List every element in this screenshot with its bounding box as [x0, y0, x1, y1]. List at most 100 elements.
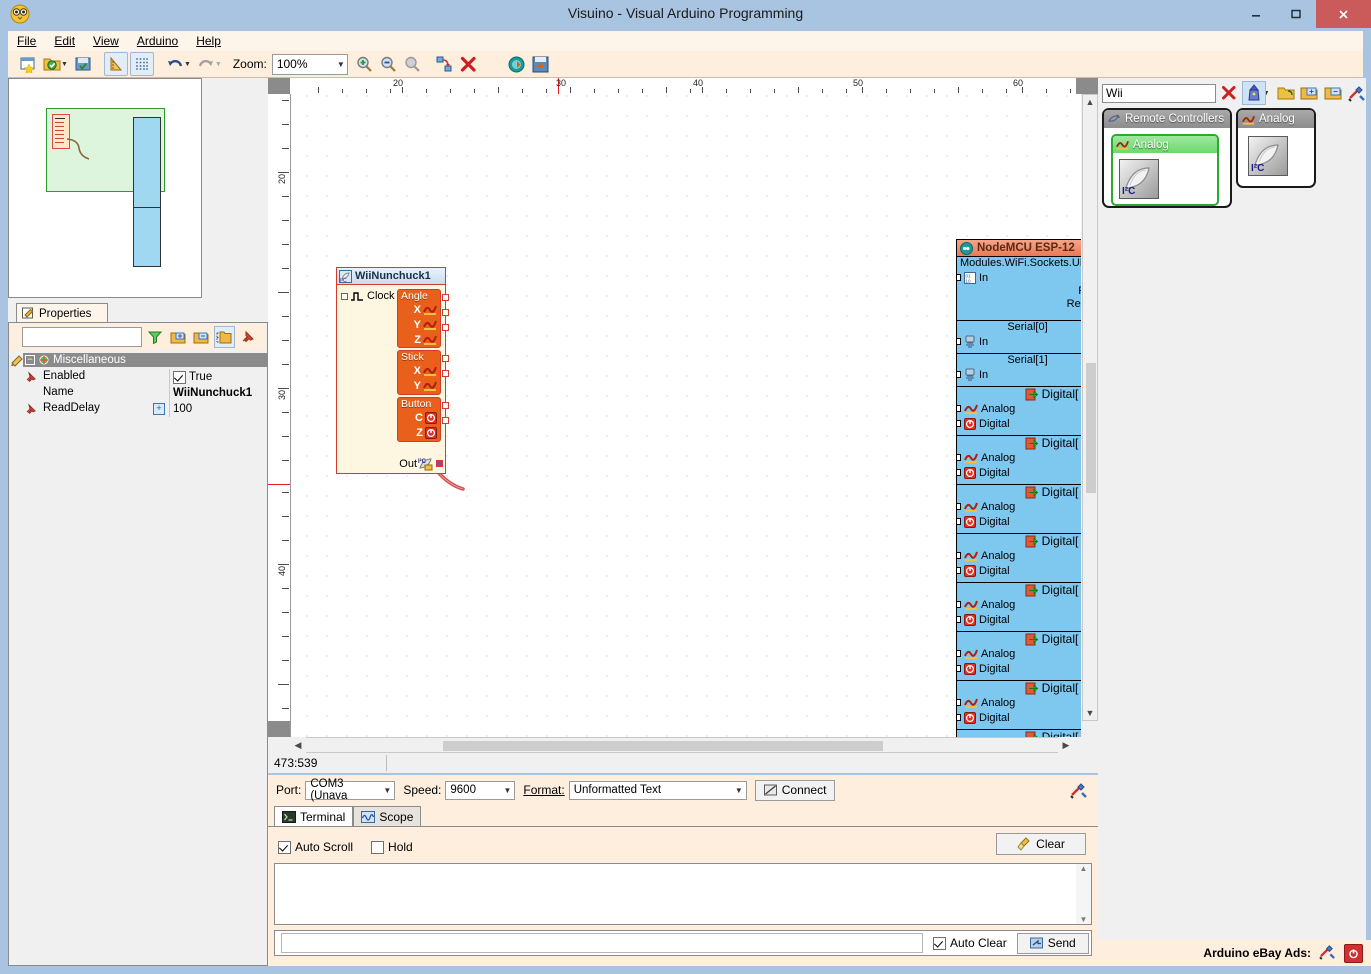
udp-in-pin[interactable]	[956, 274, 961, 281]
diagram-sheet[interactable]: I²C WiiNunchuck1 Clock Angle X	[290, 94, 1081, 737]
pin-row-stick-y[interactable]: Y	[401, 378, 437, 393]
pin-out-button-c[interactable]	[442, 402, 449, 409]
digital-4-digital-pin[interactable]	[956, 616, 961, 623]
canvas-vertical-scrollbar[interactable]: ▲ ▼	[1082, 94, 1098, 721]
pin-row-angle-x[interactable]: X	[401, 302, 437, 317]
save-code-icon[interactable]	[530, 53, 552, 75]
navigator-thumbnail[interactable]	[8, 78, 202, 298]
canvas-hscroll-thumb[interactable]	[443, 741, 883, 751]
tab-scope[interactable]: Scope	[353, 806, 421, 826]
serial-options-tools-icon[interactable]	[1068, 779, 1090, 801]
auto-clear-option[interactable]: Auto Clear	[933, 936, 1007, 950]
digital-1-digital-pin[interactable]	[956, 469, 961, 476]
digital-0-analog-row[interactable]: Analog	[957, 401, 1081, 416]
speed-combo[interactable]: 9600 ▼	[445, 781, 515, 800]
connect-button[interactable]: Connect	[755, 780, 836, 801]
close-button[interactable]	[1316, 0, 1371, 28]
zoom-out-icon[interactable]	[378, 53, 400, 75]
zoom-reset-icon[interactable]	[402, 53, 424, 75]
digital-3-analog-row[interactable]: Analog	[957, 548, 1081, 563]
component-search-input[interactable]: Wii	[1102, 84, 1216, 103]
upload-icon[interactable]	[506, 53, 528, 75]
digital-6-digital-row[interactable]: Digital	[957, 710, 1081, 725]
pin-row-button-z[interactable]: Z	[401, 425, 437, 440]
canvas-horizontal-scrollbar[interactable]: ◀ ▶	[290, 737, 1074, 753]
digital-5-digital-pin[interactable]	[956, 665, 961, 672]
grid-icon[interactable]	[130, 52, 154, 76]
port-combo[interactable]: COM3 (Unava ▼	[305, 781, 395, 800]
pin-out-button-z[interactable]	[442, 417, 449, 424]
property-value-name[interactable]: WiiNunchuck1	[169, 385, 269, 401]
digital-2-digital-pin[interactable]	[956, 518, 961, 525]
clear-button[interactable]: Clear	[996, 833, 1086, 855]
component-nodemcu-esp12[interactable]: NodeMCU ESP-12 Modules.WiFi.Sockets.UD 0…	[956, 239, 1081, 737]
expand-all-icon[interactable]	[168, 327, 188, 347]
digital-4-analog-row[interactable]: Analog	[957, 597, 1081, 612]
new-file-icon[interactable]	[17, 53, 39, 75]
ruler-icon[interactable]	[104, 52, 128, 76]
menu-view[interactable]: View	[84, 32, 128, 50]
filter-icon[interactable]	[145, 327, 165, 347]
send-button[interactable]: Send	[1017, 933, 1089, 954]
palette-item-analog-selected[interactable]: Analog I²C	[1111, 134, 1219, 206]
property-value-readdelay[interactable]: 100	[169, 401, 269, 417]
collapse-icon[interactable]	[1322, 82, 1344, 104]
wizard-icon[interactable]	[1242, 81, 1266, 105]
palette-category-remote-controllers[interactable]: Remote Controllers Analog I²C	[1102, 108, 1232, 208]
pin-row-button-c[interactable]: C	[401, 410, 437, 425]
digital-2-analog-row[interactable]: Analog	[957, 499, 1081, 514]
scroll-right-arrow-icon[interactable]: ▶	[1058, 737, 1074, 753]
power-icon[interactable]	[1344, 944, 1363, 963]
hold-checkbox[interactable]	[371, 841, 384, 854]
digital-6-digital-pin[interactable]	[956, 714, 961, 721]
property-value-enabled[interactable]: True	[169, 369, 269, 385]
menu-help[interactable]: Help	[187, 32, 230, 50]
menu-arduino[interactable]: Arduino	[128, 32, 187, 50]
pin-out-stick-y[interactable]	[442, 370, 449, 377]
categorize-icon[interactable]	[214, 326, 236, 348]
digital-0-digital-row[interactable]: Digital	[957, 416, 1081, 431]
undo-icon[interactable]	[164, 53, 186, 75]
digital-0-digital-pin[interactable]	[956, 420, 961, 427]
serial-0-in-pin[interactable]	[956, 338, 961, 345]
digital-5-digital-row[interactable]: Digital	[957, 661, 1081, 676]
out-pin-connected[interactable]	[436, 460, 443, 467]
auto-scroll-checkbox[interactable]	[278, 841, 291, 854]
digital-6-analog-pin[interactable]	[956, 699, 961, 706]
udp-in-row[interactable]: 0110 In	[957, 270, 1081, 285]
pin-row-angle-y[interactable]: Y	[401, 317, 437, 332]
serial-1-in-pin[interactable]	[956, 371, 961, 378]
terminal-scroll-down-icon[interactable]: ▼	[1076, 915, 1091, 924]
format-combo[interactable]: Unformatted Text ▼	[569, 781, 747, 800]
digital-4-analog-pin[interactable]	[956, 601, 961, 608]
digital-0-analog-pin[interactable]	[956, 405, 961, 412]
digital-5-analog-pin[interactable]	[956, 650, 961, 657]
collapse-all-icon[interactable]	[191, 327, 211, 347]
component-wiinunchuck1[interactable]: I²C WiiNunchuck1 Clock Angle X	[336, 267, 446, 474]
scroll-up-arrow-icon[interactable]: ▲	[1082, 94, 1098, 110]
digital-4-digital-row[interactable]: Digital	[957, 612, 1081, 627]
open-file-icon[interactable]	[41, 53, 63, 75]
scroll-left-arrow-icon[interactable]: ◀	[290, 737, 306, 753]
auto-scroll-option[interactable]: Auto Scroll	[278, 840, 353, 854]
pin-out-angle-z[interactable]	[442, 324, 449, 331]
auto-clear-checkbox[interactable]	[933, 937, 946, 950]
property-group-miscellaneous[interactable]: − Miscellaneous	[23, 353, 269, 367]
tab-properties[interactable]: Properties	[16, 303, 108, 323]
property-row-enabled[interactable]: Enabled True	[23, 369, 269, 385]
properties-search-input[interactable]	[22, 327, 142, 347]
digital-1-analog-pin[interactable]	[956, 454, 961, 461]
terminal-output[interactable]: ▲ ▼	[274, 863, 1092, 925]
save-file-icon[interactable]	[72, 53, 94, 75]
pin-out-angle-y[interactable]	[442, 309, 449, 316]
digital-3-analog-pin[interactable]	[956, 552, 961, 559]
group-collapse-toggle[interactable]: −	[25, 355, 35, 365]
delete-icon[interactable]	[458, 53, 480, 75]
digital-6-analog-row[interactable]: Analog	[957, 695, 1081, 710]
zoom-in-icon[interactable]	[354, 53, 376, 75]
digital-2-digital-row[interactable]: Digital	[957, 514, 1081, 529]
nunchuck-icon[interactable]: I²C	[1119, 159, 1159, 199]
palette-category-analog[interactable]: Analog I²C	[1236, 108, 1316, 188]
enabled-checkbox[interactable]	[173, 371, 186, 384]
send-input[interactable]	[281, 933, 923, 953]
